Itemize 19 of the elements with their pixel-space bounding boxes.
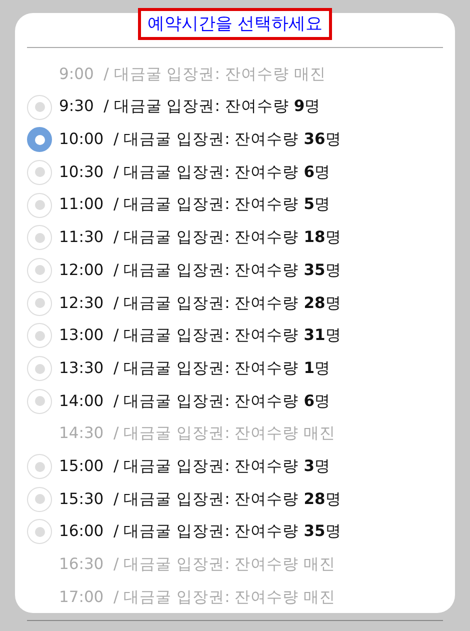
time-slot-label[interactable]: 14:00 / 대금굴 입장권: 잔여수량 6명 [59, 390, 330, 413]
time-slot-label[interactable]: 11:30 / 대금굴 입장권: 잔여수량 18명 [59, 226, 342, 250]
time-slot-label[interactable]: 11:00 / 대금굴 입장권: 잔여수량 5명 [59, 193, 330, 217]
sold-out-time-slot: 14:30 / 대금굴 입장권: 잔여수량 매진 [59, 422, 336, 446]
time-slot-label[interactable]: 12:00 / 대금굴 입장권: 잔여수량 35명 [59, 258, 342, 282]
sold-out-time-slot: 16:30 / 대금굴 입장권: 잔여수량 매진 [59, 553, 336, 576]
time-slot-label[interactable]: 13:00 / 대금굴 입장권: 잔여수량 31명 [59, 324, 342, 348]
time-slot-label[interactable]: 12:30 / 대금굴 입장권: 잔여수량 28명 [59, 292, 342, 315]
radio-button[interactable] [27, 127, 52, 152]
time-slot-label[interactable]: 13:30 / 대금굴 입장권: 잔여수량 1명 [59, 356, 330, 380]
page-title: 예약시간을 선택하세요 [138, 8, 332, 40]
time-slot-label[interactable]: 10:00 / 대금굴 입장권: 잔여수량 36명 [59, 128, 342, 152]
time-slot-label[interactable]: 16:00 / 대금굴 입장권: 잔여수량 35명 [59, 520, 342, 544]
sold-out-time-slot: 17:00 / 대금굴 입장권: 잔여수량 매진 [59, 586, 336, 609]
time-slot-label[interactable]: 10:30 / 대금굴 입장권: 잔여수량 6명 [59, 160, 330, 184]
time-slot-label[interactable]: 15:30 / 대금굴 입장권: 잔여수량 28명 [59, 488, 342, 511]
time-slot-label[interactable]: 15:00 / 대금굴 입장권: 잔여수량 3명 [59, 454, 330, 478]
time-slot-label[interactable]: 9:30 / 대금굴 입장권: 잔여수량 9명 [59, 95, 321, 119]
sold-out-time-slot: 9:00 / 대금굴 입장권: 잔여수량 매진 [59, 62, 326, 86]
